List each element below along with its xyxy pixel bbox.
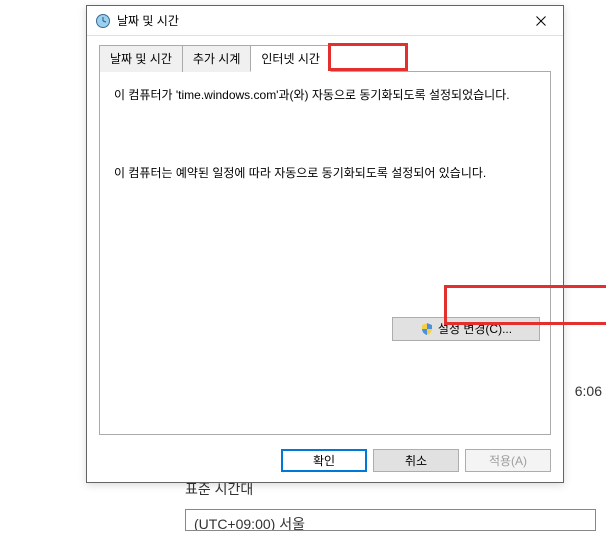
- sync-status-text: 이 컴퓨터가 'time.windows.com'과(와) 자동으로 동기화되도…: [114, 86, 536, 104]
- change-settings-button[interactable]: 설정 변경(C)...: [392, 317, 540, 341]
- cancel-button[interactable]: 취소: [373, 449, 459, 472]
- timezone-value: (UTC+09:00) 서울: [185, 509, 596, 531]
- tab-content-internet-time: 이 컴퓨터가 'time.windows.com'과(와) 자동으로 동기화되도…: [99, 72, 551, 435]
- change-settings-label: 설정 변경(C)...: [438, 320, 512, 338]
- shield-icon: [420, 322, 434, 336]
- date-time-dialog: 날짜 및 시간 날짜 및 시간 추가 시계 인터넷 시간 이 컴퓨터가 'tim…: [86, 5, 564, 483]
- apply-button: 적용(A): [465, 449, 551, 472]
- tab-additional-clocks[interactable]: 추가 시계: [182, 45, 252, 72]
- current-time-fragment: 6:06: [575, 383, 602, 399]
- clock-icon: [95, 13, 111, 29]
- close-button[interactable]: [521, 7, 561, 35]
- close-icon: [536, 16, 546, 26]
- tab-datetime[interactable]: 날짜 및 시간: [99, 45, 183, 72]
- ok-button[interactable]: 확인: [281, 449, 367, 472]
- tab-internet-time[interactable]: 인터넷 시간: [250, 45, 331, 72]
- schedule-info-text: 이 컴퓨터는 예약된 일정에 따라 자동으로 동기화되도록 설정되어 있습니다.: [114, 164, 536, 182]
- timezone-section: 표준 시간대 (UTC+09:00) 서울: [185, 479, 596, 531]
- titlebar: 날짜 및 시간: [87, 6, 563, 36]
- tab-strip: 날짜 및 시간 추가 시계 인터넷 시간: [99, 44, 551, 72]
- dialog-button-row: 확인 취소 적용(A): [87, 443, 563, 482]
- dialog-title: 날짜 및 시간: [117, 12, 521, 29]
